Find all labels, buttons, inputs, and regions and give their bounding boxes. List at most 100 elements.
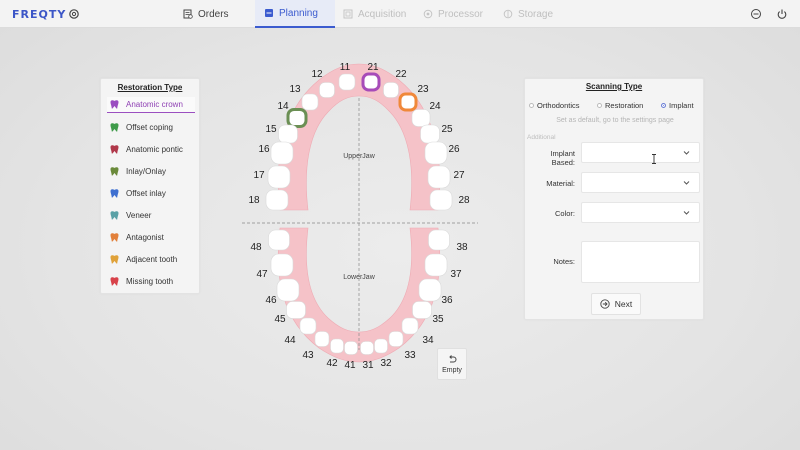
tab-processor[interactable]: Processor — [423, 0, 483, 28]
tab-acquisition[interactable]: Acquisition — [343, 0, 406, 28]
tooth-42[interactable] — [330, 338, 344, 354]
tab-storage-label: Storage — [518, 8, 554, 20]
tooth-number-38: 38 — [456, 242, 468, 253]
tooth-number-21: 21 — [367, 62, 379, 73]
tooth-27[interactable] — [427, 165, 451, 189]
tab-storage[interactable]: Storage — [503, 0, 553, 28]
color-select[interactable] — [581, 202, 700, 223]
notes-textarea[interactable] — [581, 241, 700, 283]
lower-jaw-label: LowerJaw — [343, 274, 375, 281]
power-icon[interactable] — [776, 8, 788, 20]
tooth-15[interactable] — [278, 124, 298, 144]
tooth-12[interactable] — [319, 82, 335, 98]
tooth-26[interactable] — [424, 141, 448, 165]
tooth-43[interactable] — [314, 331, 330, 347]
tooth-number-37: 37 — [450, 269, 462, 280]
gear-icon[interactable] — [68, 8, 80, 20]
tab-planning[interactable]: Planning — [255, 0, 335, 28]
tooth-number-26: 26 — [448, 144, 460, 155]
tooth-number-44: 44 — [284, 335, 296, 346]
implant-based-select[interactable] — [581, 142, 700, 163]
settings-hint[interactable]: Set as default, go to the settings page — [525, 117, 705, 124]
additional-label: Additional — [527, 134, 556, 141]
tooth-25[interactable] — [420, 124, 440, 144]
tooth-34[interactable] — [401, 317, 419, 335]
material-label: Material: — [546, 179, 575, 188]
tooth-22[interactable] — [383, 82, 399, 98]
tooth-number-24: 24 — [429, 101, 441, 112]
tooth-32[interactable] — [374, 338, 388, 354]
tooth-13[interactable] — [301, 93, 319, 111]
tooth-38[interactable] — [428, 229, 450, 251]
scanning-type-options: Orthodontics Restoration Implant — [525, 101, 705, 113]
restoration-item[interactable]: Inlay/Onlay — [107, 163, 195, 179]
tooth-21-marked[interactable] — [361, 72, 381, 92]
tooth-36[interactable] — [418, 278, 442, 302]
empty-button[interactable]: Empty — [437, 348, 467, 380]
restoration-item[interactable]: Offset coping — [107, 119, 195, 135]
tooth-chart: UpperJaw LowerJaw 11 12 1314 15 16 17 18 21 22 2324… — [242, 62, 478, 371]
tooth-33[interactable] — [388, 331, 404, 347]
restoration-item-label: Antagonist — [126, 232, 164, 242]
tooth-44[interactable] — [299, 317, 317, 335]
tooth-16[interactable] — [270, 141, 294, 165]
restoration-item-label: Offset inlay — [126, 188, 166, 198]
pontic-icon — [110, 144, 119, 154]
crown-icon — [110, 100, 119, 109]
empty-button-label: Empty — [442, 367, 462, 374]
tooth-14-marked[interactable] — [286, 108, 308, 128]
tab-orders[interactable]: Orders — [183, 0, 229, 28]
notes-label: Notes: — [553, 257, 575, 266]
tooth-23-marked[interactable] — [398, 92, 418, 112]
upper-jaw-label: UpperJaw — [343, 153, 375, 160]
tooth-number-16: 16 — [258, 144, 270, 155]
tooth-37[interactable] — [424, 253, 448, 277]
tooth-17[interactable] — [267, 165, 291, 189]
restoration-item[interactable]: Adjacent tooth — [107, 251, 195, 267]
offset-inlay-icon — [110, 188, 119, 198]
radio-orthodontics[interactable]: Orthodontics — [529, 101, 580, 110]
tooth-number-25: 25 — [441, 124, 453, 135]
restoration-item[interactable]: Offset inlay — [107, 185, 195, 201]
implant-based-label: Implant Based: — [550, 149, 575, 167]
tooth-number-47: 47 — [256, 269, 268, 280]
tooth-number-36: 36 — [441, 295, 453, 306]
tooth-47[interactable] — [270, 253, 294, 277]
restoration-item[interactable]: Missing tooth — [107, 273, 195, 289]
minimize-icon[interactable] — [750, 8, 762, 20]
tooth-number-23: 23 — [417, 84, 429, 95]
tooth-number-42: 42 — [326, 358, 338, 369]
tooth-number-17: 17 — [253, 170, 265, 181]
restoration-item-label: Adjacent tooth — [126, 254, 178, 264]
acquisition-icon — [343, 9, 353, 19]
tooth-11[interactable] — [338, 73, 356, 91]
radio-restoration[interactable]: Restoration — [597, 101, 643, 110]
radio-dot — [597, 103, 602, 108]
material-select[interactable] — [581, 172, 700, 193]
restoration-item[interactable]: Anatomic pontic — [107, 141, 195, 157]
tooth-41[interactable] — [344, 341, 358, 355]
restoration-item-label: Anatomic crown — [126, 100, 183, 109]
tooth-24[interactable] — [411, 109, 431, 127]
radio-implant[interactable]: Implant — [661, 101, 694, 110]
tooth-number-14: 14 — [277, 101, 289, 112]
tooth-46[interactable] — [276, 278, 300, 302]
tooth-number-32: 32 — [380, 358, 392, 369]
tooth-31[interactable] — [360, 341, 374, 355]
top-bar: FREQTY Orders Planning Acquisition Proce… — [0, 0, 800, 28]
undo-icon — [449, 355, 457, 363]
tooth-number-43: 43 — [302, 350, 314, 361]
tab-acquisition-label: Acquisition — [358, 8, 407, 20]
restoration-item-label: Anatomic pontic — [126, 144, 183, 154]
tooth-18[interactable] — [265, 189, 289, 211]
tooth-35[interactable] — [412, 301, 432, 319]
tooth-48[interactable] — [268, 229, 290, 251]
tooth-number-33: 33 — [404, 350, 416, 361]
tooth-28[interactable] — [429, 189, 453, 211]
tooth-45[interactable] — [286, 301, 306, 319]
restoration-item[interactable]: Antagonist — [107, 229, 195, 245]
restoration-item[interactable]: Veneer — [107, 207, 195, 223]
restoration-item[interactable]: Anatomic crown — [107, 97, 195, 113]
tooth-number-48: 48 — [250, 242, 262, 253]
next-button[interactable]: Next — [591, 293, 641, 315]
